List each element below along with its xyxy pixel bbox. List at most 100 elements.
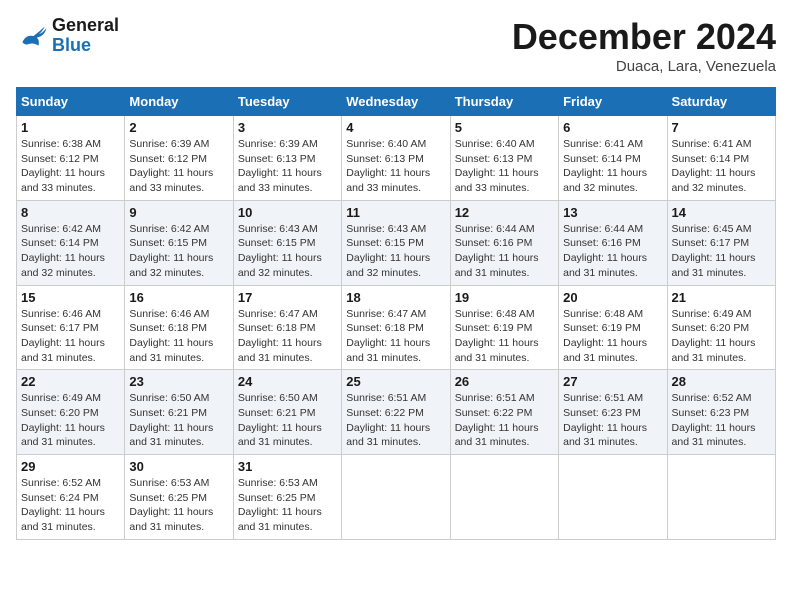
logo-bird-icon [16, 20, 48, 52]
calendar-cell: 11 Sunrise: 6:43 AMSunset: 6:15 PMDayligh… [342, 200, 450, 285]
day-info: Sunrise: 6:49 AMSunset: 6:20 PMDaylight:… [21, 391, 120, 450]
logo-text: General Blue [52, 16, 119, 56]
calendar-cell: 6Sunrise: 6:41 AMSunset: 6:14 PMDaylight… [559, 116, 667, 201]
location-subtitle: Duaca, Lara, Venezuela [512, 58, 776, 75]
day-number: 2 [129, 120, 228, 135]
day-info: Sunrise: 6:48 AMSunset: 6:19 PMDaylight:… [563, 307, 662, 366]
calendar-cell: 2Sunrise: 6:39 AMSunset: 6:12 PMDaylight… [125, 116, 233, 201]
day-info: Sunrise: 6:51 AMSunset: 6:23 PMDaylight:… [563, 391, 662, 450]
calendar-week-5: 29 Sunrise: 6:52 AMSunset: 6:24 PMDayligh… [17, 455, 776, 540]
calendar-cell: 16 Sunrise: 6:46 AMSunset: 6:18 PMDayligh… [125, 285, 233, 370]
day-info: Sunrise: 6:40 AMSunset: 6:13 PMDaylight:… [346, 137, 445, 196]
day-info: Sunrise: 6:50 AMSunset: 6:21 PMDaylight:… [238, 391, 337, 450]
day-info: Sunrise: 6:39 AMSunset: 6:13 PMDaylight:… [238, 137, 337, 196]
weekday-header-monday: Monday [125, 88, 233, 116]
day-number: 27 [563, 374, 662, 389]
day-info: Sunrise: 6:43 AMSunset: 6:15 PMDaylight:… [346, 222, 445, 281]
calendar-cell: 29 Sunrise: 6:52 AMSunset: 6:24 PMDayligh… [17, 455, 125, 540]
day-number: 7 [672, 120, 771, 135]
calendar-cell: 28 Sunrise: 6:52 AMSunset: 6:23 PMDayligh… [667, 370, 775, 455]
calendar-cell: 10 Sunrise: 6:43 AMSunset: 6:15 PMDayligh… [233, 200, 341, 285]
day-info: Sunrise: 6:46 AMSunset: 6:18 PMDaylight:… [129, 307, 228, 366]
title-block: December 2024 Duaca, Lara, Venezuela [512, 16, 776, 75]
calendar-cell [342, 455, 450, 540]
calendar-cell [450, 455, 558, 540]
day-info: Sunrise: 6:43 AMSunset: 6:15 PMDaylight:… [238, 222, 337, 281]
month-title: December 2024 [512, 16, 776, 58]
day-info: Sunrise: 6:52 AMSunset: 6:23 PMDaylight:… [672, 391, 771, 450]
calendar-table: SundayMondayTuesdayWednesdayThursdayFrid… [16, 87, 776, 540]
day-info: Sunrise: 6:42 AMSunset: 6:15 PMDaylight:… [129, 222, 228, 281]
day-number: 5 [455, 120, 554, 135]
calendar-cell [559, 455, 667, 540]
calendar-cell: 19 Sunrise: 6:48 AMSunset: 6:19 PMDayligh… [450, 285, 558, 370]
calendar-cell: 21 Sunrise: 6:49 AMSunset: 6:20 PMDayligh… [667, 285, 775, 370]
day-number: 13 [563, 205, 662, 220]
day-number: 18 [346, 290, 445, 305]
calendar-cell: 4 Sunrise: 6:40 AMSunset: 6:13 PMDaylight… [342, 116, 450, 201]
day-number: 9 [129, 205, 228, 220]
day-number: 4 [346, 120, 445, 135]
calendar-week-1: 1 Sunrise: 6:38 AMSunset: 6:12 PMDaylight… [17, 116, 776, 201]
calendar-cell: 8Sunrise: 6:42 AMSunset: 6:14 PMDaylight… [17, 200, 125, 285]
calendar-cell: 17 Sunrise: 6:47 AMSunset: 6:18 PMDayligh… [233, 285, 341, 370]
day-number: 25 [346, 374, 445, 389]
calendar-cell: 5Sunrise: 6:40 AMSunset: 6:13 PMDaylight… [450, 116, 558, 201]
day-number: 29 [21, 459, 120, 474]
calendar-cell: 24 Sunrise: 6:50 AMSunset: 6:21 PMDayligh… [233, 370, 341, 455]
calendar-cell: 22Sunrise: 6:49 AMSunset: 6:20 PMDayligh… [17, 370, 125, 455]
day-number: 19 [455, 290, 554, 305]
day-info: Sunrise: 6:48 AMSunset: 6:19 PMDaylight:… [455, 307, 554, 366]
day-number: 28 [672, 374, 771, 389]
day-number: 21 [672, 290, 771, 305]
day-number: 11 [346, 205, 445, 220]
day-number: 31 [238, 459, 337, 474]
day-info: Sunrise: 6:49 AMSunset: 6:20 PMDaylight:… [672, 307, 771, 366]
day-number: 6 [563, 120, 662, 135]
day-info: Sunrise: 6:50 AMSunset: 6:21 PMDaylight:… [129, 391, 228, 450]
day-info: Sunrise: 6:44 AMSunset: 6:16 PMDaylight:… [455, 222, 554, 281]
day-number: 17 [238, 290, 337, 305]
calendar-cell: 23Sunrise: 6:50 AMSunset: 6:21 PMDayligh… [125, 370, 233, 455]
calendar-week-2: 8Sunrise: 6:42 AMSunset: 6:14 PMDaylight… [17, 200, 776, 285]
calendar-cell: 20Sunrise: 6:48 AMSunset: 6:19 PMDayligh… [559, 285, 667, 370]
weekday-header-saturday: Saturday [667, 88, 775, 116]
day-number: 15 [21, 290, 120, 305]
day-number: 26 [455, 374, 554, 389]
page-header: General Blue December 2024 Duaca, Lara, … [16, 16, 776, 75]
weekday-header-wednesday: Wednesday [342, 88, 450, 116]
day-info: Sunrise: 6:47 AMSunset: 6:18 PMDaylight:… [346, 307, 445, 366]
calendar-cell: 15 Sunrise: 6:46 AMSunset: 6:17 PMDayligh… [17, 285, 125, 370]
day-info: Sunrise: 6:53 AMSunset: 6:25 PMDaylight:… [238, 476, 337, 535]
day-info: Sunrise: 6:52 AMSunset: 6:24 PMDaylight:… [21, 476, 120, 535]
day-number: 3 [238, 120, 337, 135]
day-info: Sunrise: 6:45 AMSunset: 6:17 PMDaylight:… [672, 222, 771, 281]
day-number: 12 [455, 205, 554, 220]
day-number: 16 [129, 290, 228, 305]
calendar-cell: 3 Sunrise: 6:39 AMSunset: 6:13 PMDaylight… [233, 116, 341, 201]
calendar-cell [667, 455, 775, 540]
day-info: Sunrise: 6:44 AMSunset: 6:16 PMDaylight:… [563, 222, 662, 281]
weekday-header-thursday: Thursday [450, 88, 558, 116]
day-number: 14 [672, 205, 771, 220]
day-info: Sunrise: 6:53 AMSunset: 6:25 PMDaylight:… [129, 476, 228, 535]
day-number: 24 [238, 374, 337, 389]
day-number: 1 [21, 120, 120, 135]
calendar-cell: 27 Sunrise: 6:51 AMSunset: 6:23 PMDayligh… [559, 370, 667, 455]
calendar-cell: 26 Sunrise: 6:51 AMSunset: 6:22 PMDayligh… [450, 370, 558, 455]
calendar-cell: 18 Sunrise: 6:47 AMSunset: 6:18 PMDayligh… [342, 285, 450, 370]
day-info: Sunrise: 6:51 AMSunset: 6:22 PMDaylight:… [455, 391, 554, 450]
day-info: Sunrise: 6:46 AMSunset: 6:17 PMDaylight:… [21, 307, 120, 366]
day-info: Sunrise: 6:47 AMSunset: 6:18 PMDaylight:… [238, 307, 337, 366]
day-number: 10 [238, 205, 337, 220]
calendar-cell: 12 Sunrise: 6:44 AMSunset: 6:16 PMDayligh… [450, 200, 558, 285]
weekday-header-tuesday: Tuesday [233, 88, 341, 116]
day-info: Sunrise: 6:41 AMSunset: 6:14 PMDaylight:… [672, 137, 771, 196]
day-info: Sunrise: 6:38 AMSunset: 6:12 PMDaylight:… [21, 137, 120, 196]
day-number: 8 [21, 205, 120, 220]
day-number: 30 [129, 459, 228, 474]
weekday-header-sunday: Sunday [17, 88, 125, 116]
calendar-cell: 13 Sunrise: 6:44 AMSunset: 6:16 PMDayligh… [559, 200, 667, 285]
calendar-cell: 14 Sunrise: 6:45 AMSunset: 6:17 PMDayligh… [667, 200, 775, 285]
calendar-week-4: 22Sunrise: 6:49 AMSunset: 6:20 PMDayligh… [17, 370, 776, 455]
